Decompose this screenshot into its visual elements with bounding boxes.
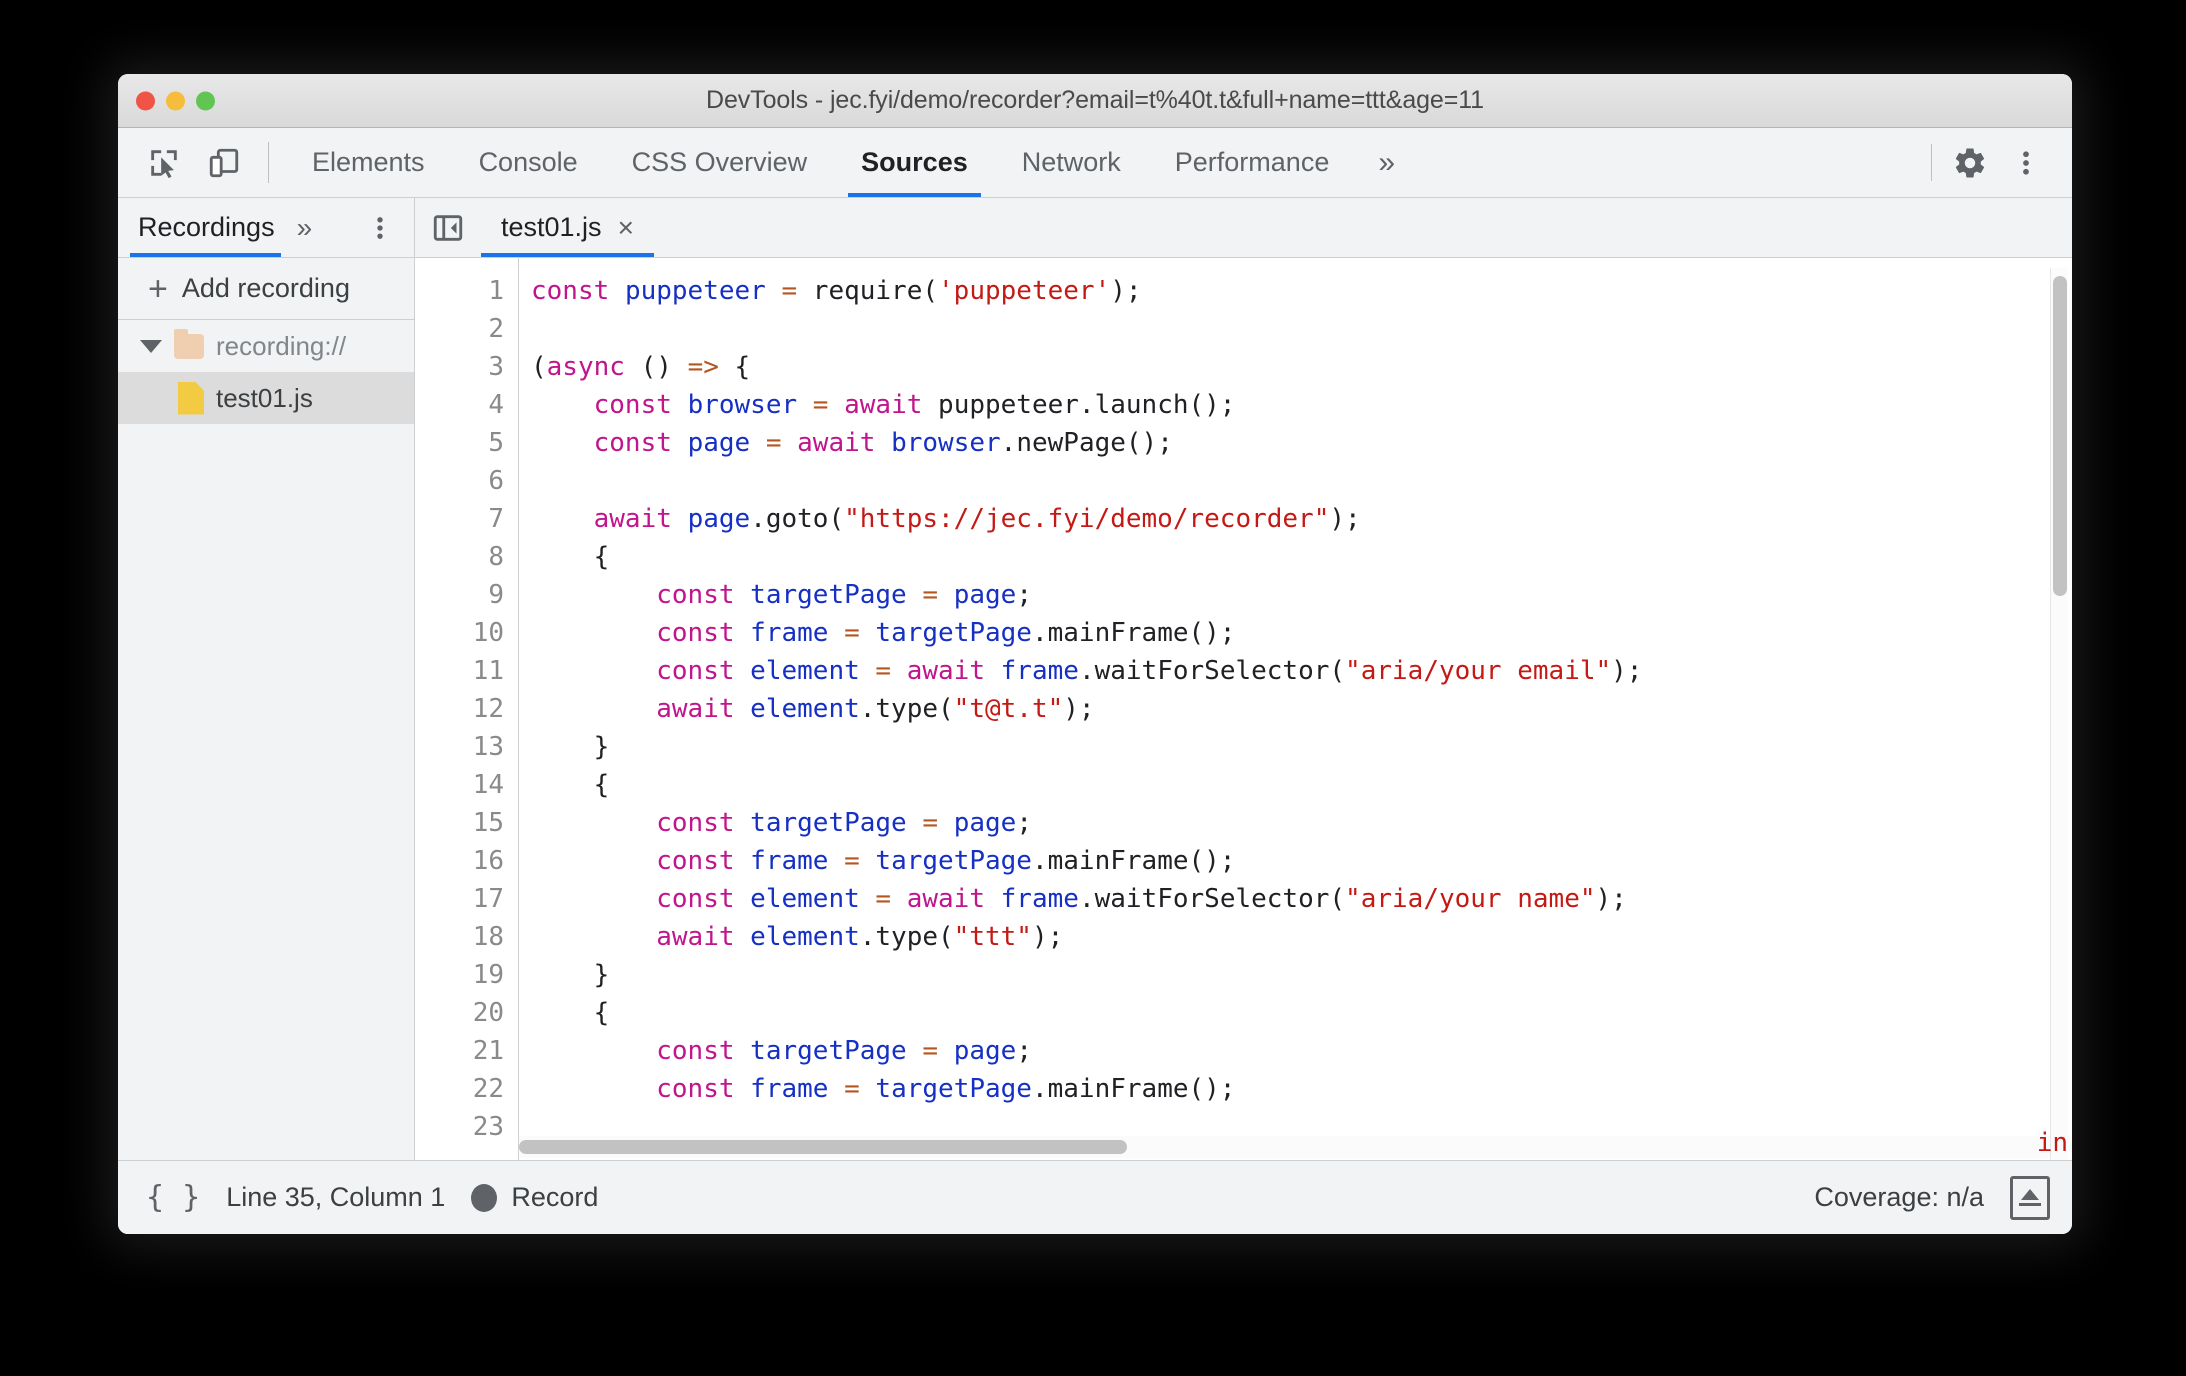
tree-item-test01-js[interactable]: test01.js: [118, 372, 414, 424]
sidebar-kebab-menu-icon[interactable]: [366, 214, 408, 242]
add-recording-label: Add recording: [181, 273, 350, 303]
drawer-bar-icon: [2019, 1203, 2041, 1206]
window-controls[interactable]: [136, 91, 215, 110]
editor-pane: test01.js × 1 2 3 4 5 6 7 8 9 10 11 12 13 14 15 16 17 18 1…: [415, 198, 2072, 1160]
tree-item-label: test01.js: [216, 382, 313, 413]
device-toolbar-icon[interactable]: [198, 137, 250, 189]
sidebar-tabbar: Recordings »: [118, 198, 414, 258]
source-code[interactable]: const puppeteer = require('puppeteer'); …: [531, 272, 2072, 1108]
tab-performance[interactable]: Performance: [1148, 128, 1357, 197]
recordings-tree: recording:// test01.js: [118, 320, 414, 1160]
vertical-scrollbar[interactable]: [2050, 268, 2068, 1160]
code-scroll-region[interactable]: const puppeteer = require('puppeteer'); …: [519, 258, 2072, 1160]
line-number: 20: [472, 998, 504, 1028]
line-number: 8: [488, 542, 504, 572]
line-number: 16: [472, 846, 504, 876]
toolbar-right-icons: [1921, 128, 2072, 197]
line-number: 2: [488, 314, 504, 344]
line-number: 6: [488, 466, 504, 496]
tab-console[interactable]: Console: [452, 128, 605, 197]
editor-tabbar: test01.js ×: [415, 198, 2072, 258]
line-number: 21: [472, 1036, 504, 1066]
tree-item-label: recording://: [216, 330, 347, 361]
line-number: 17: [472, 884, 504, 914]
line-number: 19: [472, 960, 504, 990]
statusbar-right: Coverage: n/a: [1814, 1175, 2050, 1220]
editor-statusbar: { } Line 35, Column 1 Record Coverage: n…: [118, 1160, 2072, 1234]
sidebar-more-chevron-icon[interactable]: »: [285, 212, 325, 244]
line-number: 1: [488, 276, 504, 306]
devtools-window: DevTools - jec.fyi/demo/recorder?email=t…: [118, 74, 2072, 1234]
tab-network[interactable]: Network: [995, 128, 1148, 197]
line-number: 18: [472, 922, 504, 952]
tab-css-overview[interactable]: CSS Overview: [605, 128, 835, 197]
plus-icon: +: [148, 269, 168, 308]
tab-sources[interactable]: Sources: [834, 128, 995, 197]
line-number: 5: [488, 428, 504, 458]
toolbar-left-icons: [138, 128, 250, 197]
show-drawer-icon[interactable]: [2010, 1175, 2050, 1220]
window-title: DevTools - jec.fyi/demo/recorder?email=t…: [706, 86, 1484, 114]
clipped-code-fragment: in: [2036, 1128, 2068, 1158]
record-label: Record: [511, 1182, 599, 1212]
collapse-sidebar-icon[interactable]: [415, 211, 481, 245]
cursor-position: Line 35, Column 1: [226, 1182, 446, 1212]
window-titlebar: DevTools - jec.fyi/demo/recorder?email=t…: [118, 74, 2072, 128]
vertical-scrollbar-thumb[interactable]: [2053, 276, 2067, 596]
line-number: 10: [472, 618, 504, 648]
toolbar-divider: [268, 142, 269, 183]
line-number: 23: [472, 1112, 504, 1142]
add-recording-button[interactable]: + Add recording: [118, 258, 414, 320]
code-editor[interactable]: 1 2 3 4 5 6 7 8 9 10 11 12 13 14 15 16 17 18 19 20 21 22 23 co…: [415, 258, 2072, 1160]
toolbar-right-divider: [1931, 144, 1932, 181]
editor-tab-label: test01.js: [501, 212, 602, 242]
close-window-button[interactable]: [136, 91, 155, 110]
recordings-sidebar: Recordings » + Add recording recording:/…: [118, 198, 415, 1160]
panel-tabs: Elements Console CSS Overview Sources Ne…: [285, 128, 1417, 197]
line-number: 13: [472, 732, 504, 762]
devtools-toolbar: Elements Console CSS Overview Sources Ne…: [118, 128, 2072, 198]
record-dot-icon: [471, 1183, 498, 1212]
maximize-window-button[interactable]: [196, 91, 215, 110]
line-number: 14: [472, 770, 504, 800]
file-icon: [178, 381, 204, 415]
line-number: 11: [472, 656, 504, 686]
line-number-gutter: 1 2 3 4 5 6 7 8 9 10 11 12 13 14 15 16 17 18 19 20 21 22 23: [415, 258, 519, 1160]
close-icon[interactable]: ×: [618, 213, 634, 242]
line-number: 15: [472, 808, 504, 838]
line-number: 7: [488, 504, 504, 534]
sidebar-tab-recordings[interactable]: Recordings: [124, 198, 285, 257]
horizontal-scrollbar[interactable]: [519, 1136, 2050, 1158]
inspect-element-icon[interactable]: [138, 137, 190, 189]
horizontal-scrollbar-thumb[interactable]: [519, 1140, 1127, 1154]
expand-caret-icon[interactable]: [140, 339, 162, 353]
screenshot-root: DevTools - jec.fyi/demo/recorder?email=t…: [0, 0, 2186, 1376]
tree-item-recording-root[interactable]: recording://: [118, 320, 414, 372]
line-number: 22: [472, 1074, 504, 1104]
line-number: 12: [472, 694, 504, 724]
line-number: 4: [488, 390, 504, 420]
more-tabs-chevron-icon[interactable]: »: [1356, 128, 1417, 197]
coverage-status: Coverage: n/a: [1814, 1182, 1984, 1212]
pretty-print-icon[interactable]: { }: [146, 1180, 200, 1215]
drawer-triangle-icon: [2021, 1189, 2039, 1200]
kebab-menu-icon[interactable]: [1998, 135, 2054, 191]
tab-elements[interactable]: Elements: [285, 128, 452, 197]
record-button[interactable]: Record: [471, 1182, 598, 1213]
devtools-body: Recordings » + Add recording recording:/…: [118, 198, 2072, 1160]
line-number: 9: [488, 580, 504, 610]
minimize-window-button[interactable]: [166, 91, 185, 110]
folder-icon: [174, 328, 204, 359]
editor-tab-test01-js[interactable]: test01.js ×: [481, 198, 654, 257]
line-number: 3: [488, 352, 504, 382]
gear-icon[interactable]: [1942, 135, 1998, 191]
